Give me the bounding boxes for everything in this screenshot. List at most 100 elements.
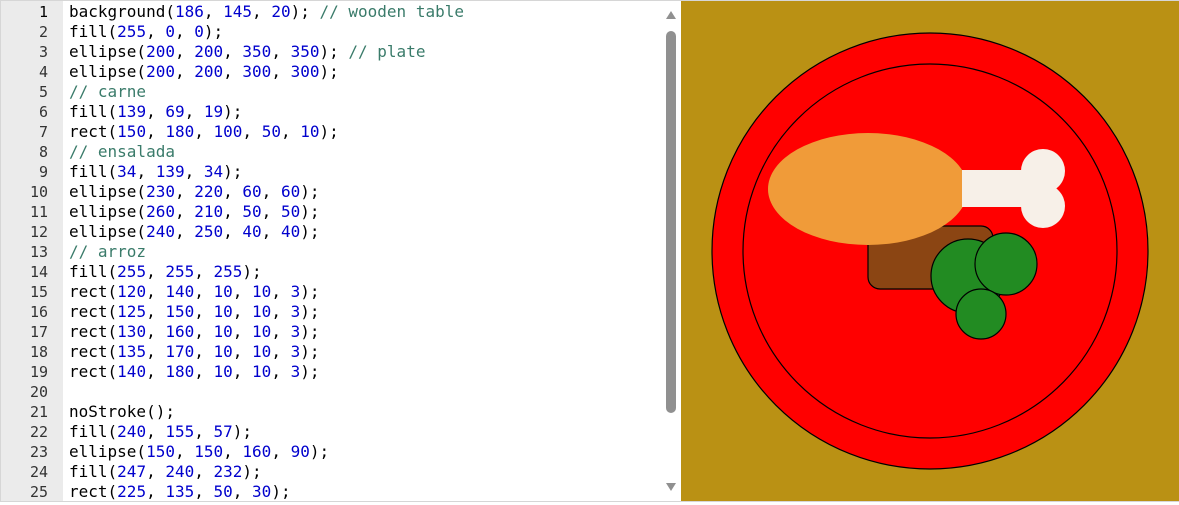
code-number: 3: [290, 322, 301, 341]
scroll-down-button[interactable]: [665, 481, 677, 493]
code-line[interactable]: 8 // ensalada: [1, 142, 663, 162]
code-token: fill(: [69, 462, 118, 481]
code-line[interactable]: 18 rect(135, 170, 10, 10, 3);: [1, 342, 663, 362]
line-code[interactable]: fill(139, 69, 19);: [69, 102, 242, 122]
line-code[interactable]: ellipse(200, 200, 350, 350); // plate: [69, 42, 425, 62]
line-number: 23: [29, 443, 48, 461]
code-number: 150: [117, 122, 147, 141]
line-number: 24: [29, 463, 48, 481]
code-line[interactable]: 1 background(186, 145, 20); // wooden tab…: [1, 2, 663, 22]
line-code[interactable]: rect(120, 140, 10, 10, 3);: [69, 282, 319, 302]
line-code[interactable]: rect(130, 160, 10, 10, 3);: [69, 322, 319, 342]
code-playground: 1 background(186, 145, 20); // wooden tab…: [0, 0, 1179, 502]
line-code[interactable]: // carne: [69, 82, 146, 102]
code-line[interactable]: 15 rect(120, 140, 10, 10, 3);: [1, 282, 663, 302]
code-number: 135: [165, 482, 195, 501]
line-code[interactable]: rect(150, 180, 100, 50, 10);: [69, 122, 339, 142]
scroll-up-button[interactable]: [665, 9, 677, 21]
line-code[interactable]: fill(247, 240, 232);: [69, 462, 262, 482]
line-code[interactable]: rect(125, 150, 10, 10, 3);: [69, 302, 319, 322]
line-code[interactable]: fill(255, 0, 0);: [69, 22, 223, 42]
code-token: ,: [146, 362, 166, 381]
code-line[interactable]: 11 ellipse(260, 210, 50, 50);: [1, 202, 663, 222]
vertical-scrollbar[interactable]: [663, 1, 679, 501]
code-line[interactable]: 19 rect(140, 180, 10, 10, 3);: [1, 362, 663, 382]
code-token: rect(: [69, 282, 118, 301]
code-comment: // arroz: [69, 242, 147, 261]
code-number: 69: [165, 102, 185, 121]
code-token: ,: [146, 102, 166, 121]
code-line[interactable]: 14 fill(255, 255, 255);: [1, 262, 663, 282]
chicken-bone: [962, 170, 1025, 207]
line-code[interactable]: rect(225, 135, 50, 30);: [69, 482, 291, 501]
code-number: 50: [213, 482, 233, 501]
line-code[interactable]: fill(240, 155, 57);: [69, 422, 252, 442]
code-editor[interactable]: 1 background(186, 145, 20); // wooden tab…: [1, 1, 679, 501]
code-token: );: [300, 222, 320, 241]
code-line[interactable]: 6 fill(139, 69, 19);: [1, 102, 663, 122]
code-line[interactable]: 20: [1, 382, 663, 402]
code-number: 150: [146, 442, 175, 461]
code-line[interactable]: 9 fill(34, 139, 34);: [1, 162, 663, 182]
code-line[interactable]: 16 rect(125, 150, 10, 10, 3);: [1, 302, 663, 322]
line-code[interactable]: // arroz: [69, 242, 146, 262]
code-token: ,: [232, 482, 253, 501]
line-code[interactable]: ellipse(200, 200, 300, 300);: [69, 62, 339, 82]
code-token: ,: [271, 342, 291, 361]
code-number: 40: [280, 222, 301, 241]
line-code[interactable]: fill(34, 139, 34);: [69, 162, 242, 182]
code-line[interactable]: 25 rect(225, 135, 50, 30);: [1, 482, 663, 501]
code-number: 40: [242, 222, 262, 241]
code-token: rect(: [69, 122, 118, 141]
code-token: ,: [146, 262, 166, 281]
line-code[interactable]: noStroke();: [69, 402, 175, 422]
code-number: 230: [146, 182, 175, 201]
code-token: noStroke();: [69, 402, 175, 421]
code-token: ,: [261, 202, 281, 221]
code-line[interactable]: 23 ellipse(150, 150, 160, 90);: [1, 442, 663, 462]
code-line[interactable]: 2 fill(255, 0, 0);: [1, 22, 663, 42]
code-line[interactable]: 21 noStroke();: [1, 402, 663, 422]
line-code[interactable]: background(186, 145, 20); // wooden tabl…: [69, 2, 464, 22]
salad-ball-2: [974, 232, 1038, 296]
code-number: 225: [117, 482, 147, 501]
line-code[interactable]: // ensalada: [69, 142, 175, 162]
code-line[interactable]: 22 fill(240, 155, 57);: [1, 422, 663, 442]
code-line[interactable]: 17 rect(130, 160, 10, 10, 3);: [1, 322, 663, 342]
code-number: 200: [146, 42, 175, 61]
code-line[interactable]: 4 ellipse(200, 200, 300, 300);: [1, 62, 663, 82]
line-code[interactable]: ellipse(230, 220, 60, 60);: [69, 182, 319, 202]
line-code[interactable]: rect(140, 180, 10, 10, 3);: [69, 362, 319, 382]
code-number: 220: [194, 182, 224, 201]
line-code[interactable]: rect(135, 170, 10, 10, 3);: [69, 342, 319, 362]
code-token: ,: [146, 422, 166, 441]
code-token: ,: [194, 362, 214, 381]
line-code[interactable]: ellipse(260, 210, 50, 50);: [69, 202, 319, 222]
line-number: 18: [29, 343, 48, 361]
line-code[interactable]: fill(255, 255, 255);: [69, 262, 262, 282]
code-token: ,: [184, 162, 204, 181]
code-number: 155: [165, 422, 195, 441]
line-code[interactable]: ellipse(240, 250, 40, 40);: [69, 222, 319, 242]
code-number: 140: [117, 362, 147, 381]
code-line[interactable]: 10 ellipse(230, 220, 60, 60);: [1, 182, 663, 202]
code-number: 34: [117, 162, 137, 181]
code-line[interactable]: 7 rect(150, 180, 100, 50, 10);: [1, 122, 663, 142]
code-token: ,: [203, 2, 224, 21]
code-number: 170: [165, 342, 195, 361]
scrollbar-thumb[interactable]: [666, 31, 676, 413]
code-line[interactable]: 13 // arroz: [1, 242, 663, 262]
code-line[interactable]: 12 ellipse(240, 250, 40, 40);: [1, 222, 663, 242]
code-lines[interactable]: 1 background(186, 145, 20); // wooden tab…: [1, 2, 663, 501]
code-token: ,: [261, 222, 281, 241]
code-number: 10: [213, 302, 233, 321]
code-token: ,: [232, 322, 253, 341]
line-number: 17: [29, 323, 48, 341]
code-line[interactable]: 3 ellipse(200, 200, 350, 350); // plate: [1, 42, 663, 62]
line-code[interactable]: ellipse(150, 150, 160, 90);: [69, 442, 329, 462]
code-token: ,: [146, 22, 166, 41]
code-token: rect(: [69, 302, 118, 321]
code-line[interactable]: 5 // carne: [1, 82, 663, 102]
code-line[interactable]: 24 fill(247, 240, 232);: [1, 462, 663, 482]
code-number: 10: [300, 122, 320, 141]
